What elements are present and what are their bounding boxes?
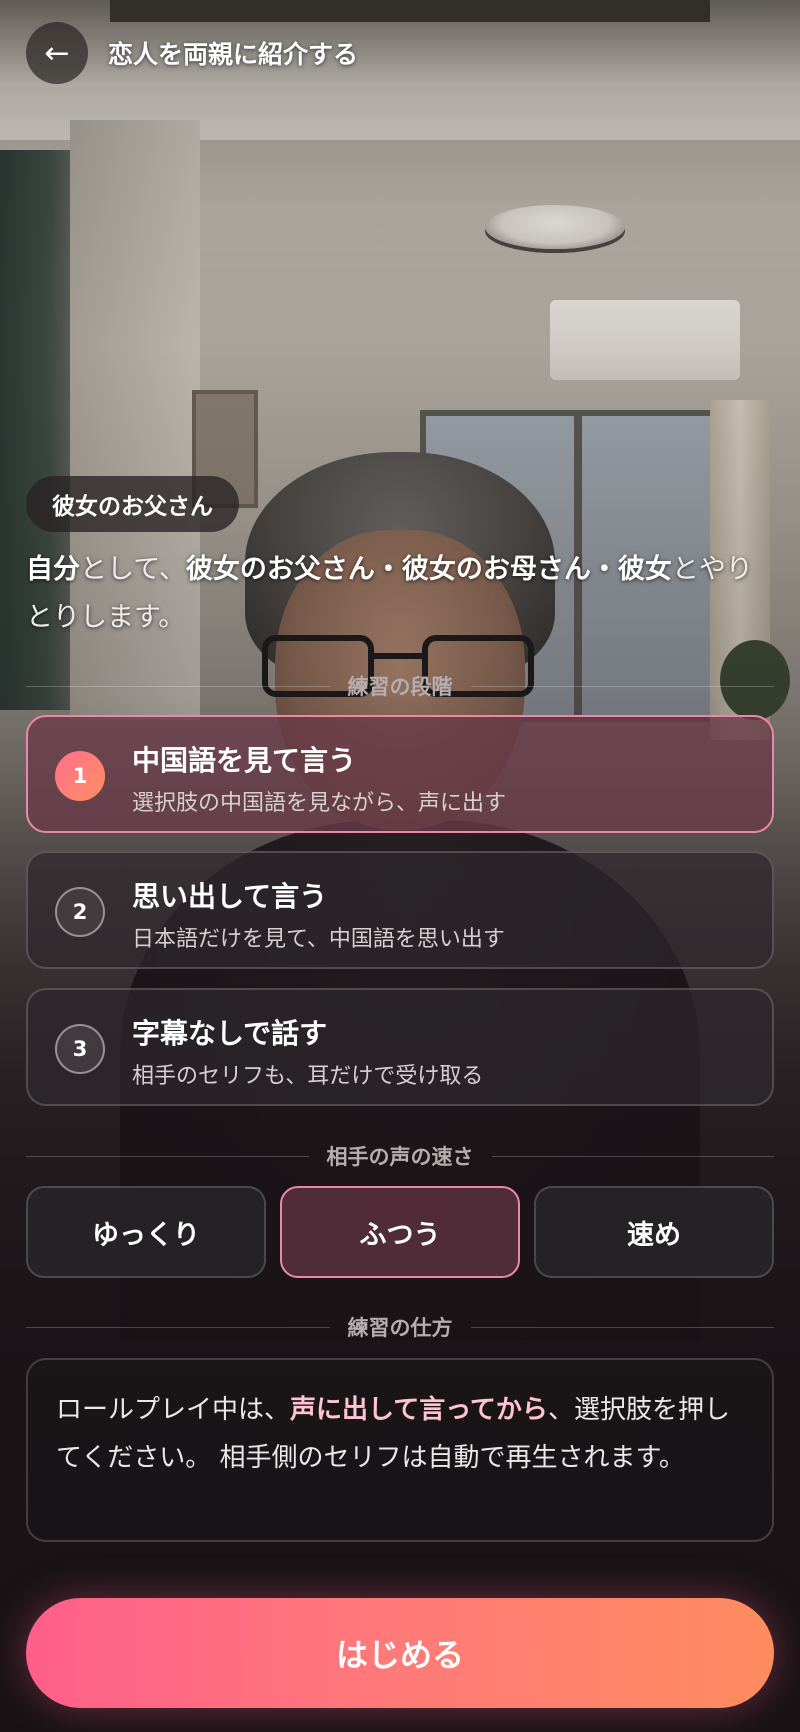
intro-partners: 彼女のお父さん・彼女のお母さん・彼女	[185, 554, 672, 585]
step-option-3[interactable]: 3 字幕なしで話す 相手のセリフも、耳だけで受け取る	[26, 988, 774, 1106]
speed-divider: 相手の声の速さ	[26, 1141, 774, 1171]
speed-option-fast[interactable]: 速め	[534, 1186, 774, 1278]
steps-section-label: 練習の段階	[347, 675, 453, 699]
method-section-label: 練習の仕方	[347, 1316, 453, 1340]
method-text-emphasis: 声に出して言ってから	[290, 1395, 548, 1425]
back-button[interactable]: ←	[26, 22, 88, 84]
method-text-before: ロールプレイ中は、	[56, 1395, 291, 1425]
step-option-2[interactable]: 2 思い出して言う 日本語だけを見て、中国語を思い出す	[26, 851, 774, 969]
step-title: 思い出して言う	[132, 880, 328, 913]
step-title: 中国語を見て言う	[132, 744, 357, 777]
method-divider: 練習の仕方	[26, 1312, 774, 1342]
step-number: 1	[55, 751, 105, 801]
speed-option-slow[interactable]: ゆっくり	[26, 1186, 266, 1278]
page-title: 恋人を両親に紹介する	[108, 40, 359, 69]
step-subtitle: 相手のセリフも、耳だけで受け取る	[132, 1064, 484, 1089]
method-description: ロールプレイ中は、声に出して言ってから、選択肢を押してください。 相手側のセリフ…	[26, 1358, 774, 1542]
back-arrow-icon: ←	[44, 35, 70, 71]
start-button[interactable]: はじめる	[26, 1598, 774, 1708]
steps-divider: 練習の段階	[26, 671, 774, 701]
step-number: 3	[55, 1024, 105, 1074]
step-number: 2	[55, 887, 105, 937]
intro-as: として、	[80, 554, 186, 585]
role-badge: 彼女のお父さん	[26, 476, 239, 532]
step-subtitle: 日本語だけを見て、中国語を思い出す	[132, 927, 505, 952]
speed-section-label: 相手の声の速さ	[326, 1145, 474, 1169]
step-option-1[interactable]: 1 中国語を見て言う 選択肢の中国語を見ながら、声に出す	[26, 715, 774, 833]
intro-self: 自分	[26, 554, 80, 585]
header: ← 恋人を両親に紹介する	[26, 22, 358, 84]
step-subtitle: 選択肢の中国語を見ながら、声に出す	[132, 791, 507, 816]
step-title: 字幕なしで話す	[132, 1017, 328, 1050]
speed-option-normal[interactable]: ふつう	[280, 1186, 520, 1278]
intro-text: 自分として、彼女のお父さん・彼女のお母さん・彼女とやりとりします。	[26, 546, 776, 642]
